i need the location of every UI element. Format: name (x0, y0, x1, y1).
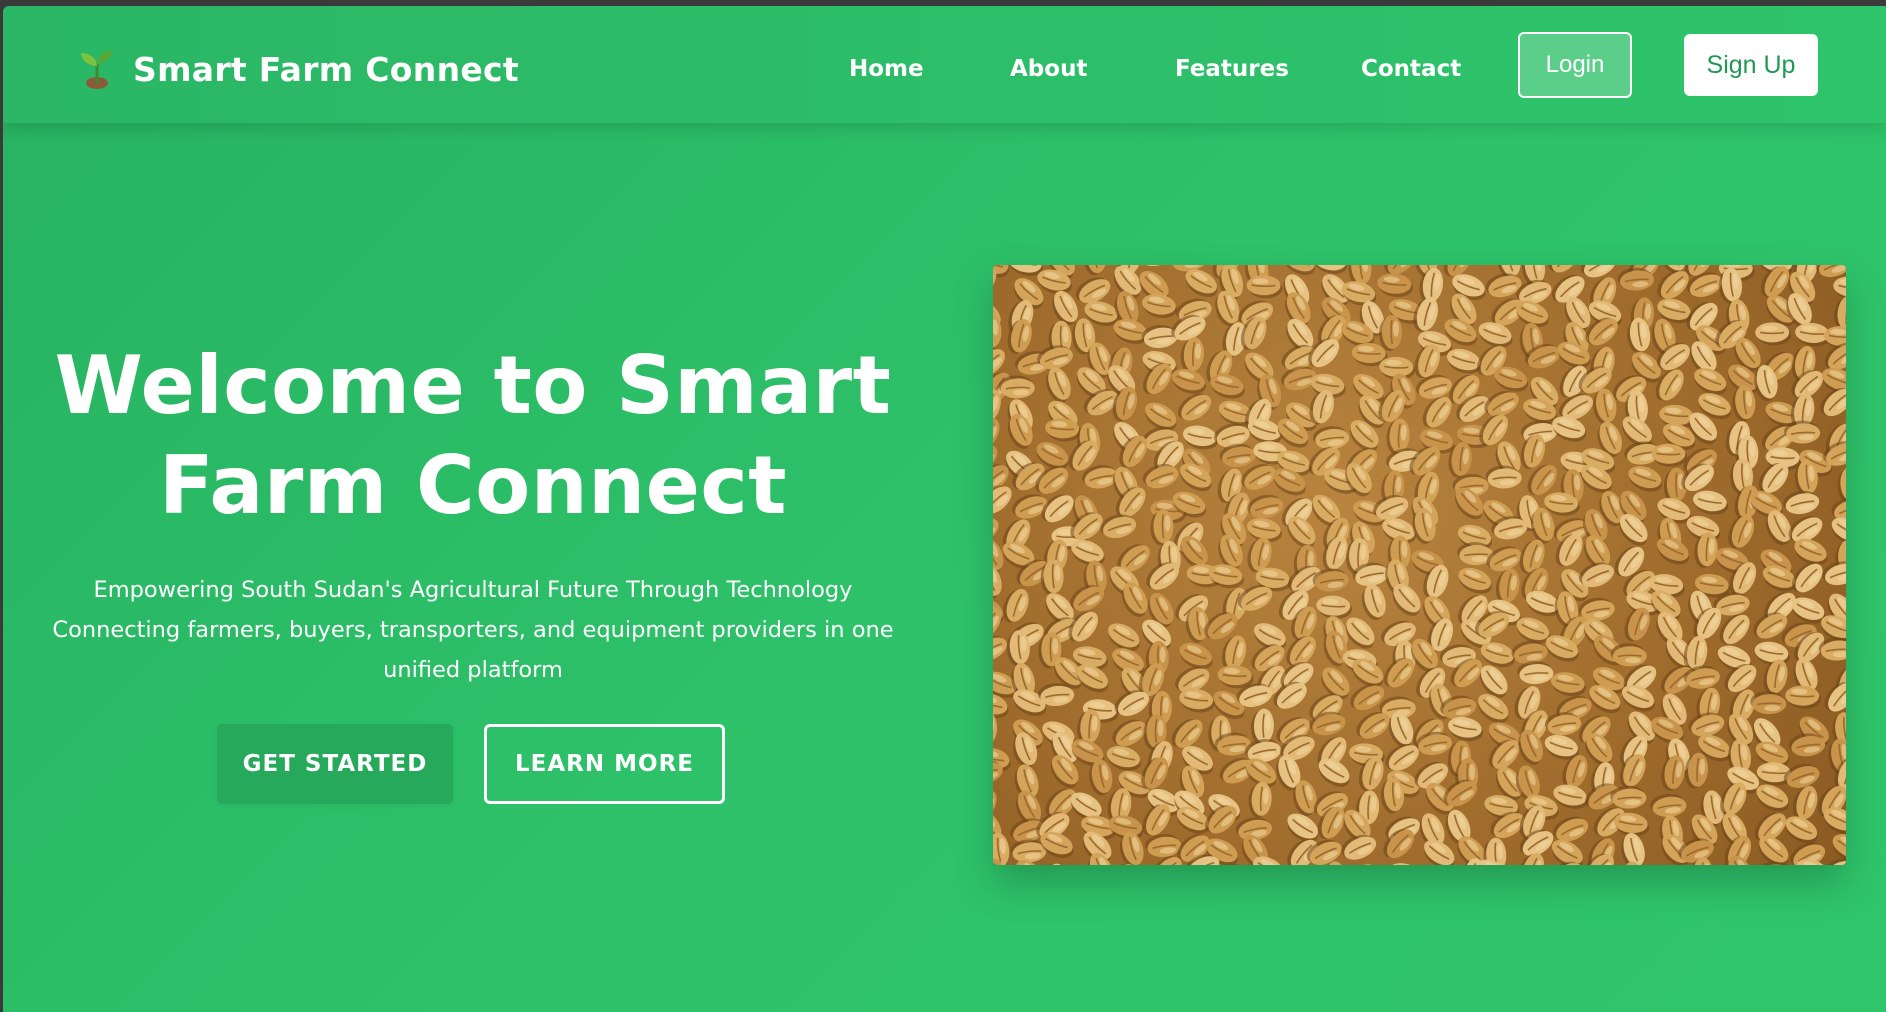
hero-section: Welcome to Smart Farm Connect Empowering… (43, 336, 903, 690)
brand-name: Smart Farm Connect (133, 49, 519, 89)
hero-title: Welcome to Smart Farm Connect (54, 339, 892, 532)
get-started-button[interactable]: GET STARTED (217, 724, 453, 804)
seedling-icon (79, 48, 115, 90)
nav-link-home[interactable]: Home (849, 56, 924, 82)
learn-more-button[interactable]: LEARN MORE (484, 724, 725, 804)
nav-link-features[interactable]: Features (1175, 56, 1289, 82)
wheat-grains-image (993, 265, 1846, 865)
hero-subtitle: Empowering South Sudan's Agricultural Fu… (43, 570, 903, 690)
hero-description: Connecting farmers, buyers, transporters… (52, 617, 894, 683)
hero-tagline: Empowering South Sudan's Agricultural Fu… (93, 577, 853, 603)
nav-link-contact[interactable]: Contact (1361, 56, 1461, 82)
signup-button[interactable]: Sign Up (1684, 34, 1818, 96)
browser-viewport: Smart Farm Connect Home About Features C… (3, 6, 1886, 1012)
nav-link-about[interactable]: About (1010, 56, 1087, 82)
brand[interactable]: Smart Farm Connect (79, 44, 519, 94)
login-button[interactable]: Login (1518, 32, 1632, 98)
navbar: Smart Farm Connect Home About Features C… (3, 6, 1886, 123)
